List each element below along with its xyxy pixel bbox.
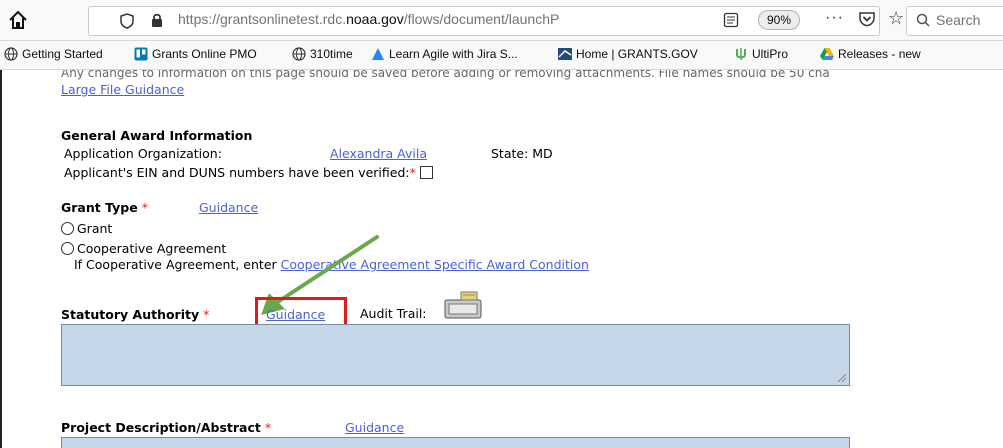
bookmark-star-icon[interactable]: ☆ <box>888 8 904 29</box>
ein-label: Applicant's EIN and DUNS numbers have be… <box>64 165 410 180</box>
required-mark: * <box>141 200 148 215</box>
grant-radio-row[interactable]: Grant <box>61 221 112 236</box>
url-text[interactable]: https://grantsonlinetest.rdc.noaa.gov/fl… <box>178 11 738 27</box>
bookmark-label: Getting Started <box>22 47 103 61</box>
bookmark-releases[interactable]: Releases - new <box>820 47 921 61</box>
lock-icon[interactable] <box>150 12 164 28</box>
award-form-page: Any changes to information on this page … <box>0 70 1003 448</box>
shield-icon[interactable] <box>120 13 134 29</box>
bookmark-learn-agile-jira[interactable]: Learn Agile with Jira S... <box>371 47 518 61</box>
required-mark: * <box>203 307 210 322</box>
statutory-authority-row: Statutory Authority * <box>61 307 209 322</box>
project-description-row: Project Description/Abstract * <box>61 420 271 435</box>
grant-option-label: Grant <box>77 221 113 236</box>
browser-toolbar: https://grantsonlinetest.rdc.noaa.gov/fl… <box>0 0 1003 41</box>
general-award-heading: General Award Information <box>61 128 253 143</box>
audit-trail-label: Audit Trail: <box>360 306 427 321</box>
resize-handle-icon[interactable] <box>838 374 846 382</box>
ein-verified-checkbox[interactable] <box>419 166 433 179</box>
bookmark-label: Home | GRANTS.GOV <box>576 47 698 61</box>
search-icon <box>916 13 930 27</box>
state-label: State: MD <box>491 146 553 161</box>
page-actions-menu-button[interactable]: ··· <box>825 9 844 27</box>
audit-trail-icon[interactable] <box>443 290 483 320</box>
app-org-value-link[interactable]: Alexandra Avila <box>330 146 427 161</box>
bookmark-310time[interactable]: 310time <box>292 47 353 61</box>
globe-icon <box>4 47 18 61</box>
required-mark: * <box>409 165 416 180</box>
globe-icon <box>292 47 306 61</box>
bookmark-label: UltiPro <box>752 47 789 61</box>
statutory-authority-label: Statutory Authority <box>61 307 200 322</box>
bookmark-label: 310time <box>310 47 353 61</box>
large-file-guidance-link[interactable]: Large File Guidance <box>61 82 184 97</box>
bookmark-label: Learn Agile with Jira S... <box>389 47 518 61</box>
ein-duns-row: Applicant's EIN and DUNS numbers have be… <box>64 165 433 180</box>
bookmark-label: Grants Online PMO <box>152 47 257 61</box>
search-placeholder: Search <box>936 12 981 28</box>
project-description-textarea[interactable] <box>61 437 850 448</box>
required-mark: * <box>264 420 272 435</box>
bookmark-label: Releases - new <box>838 47 921 61</box>
home-icon[interactable] <box>6 9 30 31</box>
grants-icon <box>558 48 572 60</box>
bookmark-ultipro[interactable]: UltiPro <box>734 47 788 61</box>
cooperative-agreement-radio[interactable] <box>61 242 74 255</box>
statutory-authority-textarea[interactable] <box>61 324 850 386</box>
bookmark-getting-started[interactable]: Getting Started <box>4 47 103 61</box>
trello-icon <box>134 47 148 61</box>
coop-option-label: Cooperative Agreement <box>77 241 227 256</box>
grant-type-guidance-link[interactable]: Guidance <box>199 200 258 215</box>
coop-radio-row[interactable]: Cooperative Agreement <box>61 241 226 256</box>
pocket-icon[interactable] <box>858 11 876 27</box>
coop-note: If Cooperative Agreement, enter <box>74 257 277 272</box>
project-description-label: Project Description/Abstract <box>61 420 261 435</box>
project-guidance-link[interactable]: Guidance <box>345 420 404 435</box>
bookmark-grants-online-pmo[interactable]: Grants Online PMO <box>134 47 257 61</box>
grant-type-row: Grant Type * <box>61 200 148 215</box>
app-org-label: Application Organization: <box>64 146 222 161</box>
grant-radio[interactable] <box>61 222 74 235</box>
grant-type-label: Grant Type <box>61 200 138 215</box>
attachment-note: Any changes to information on this page … <box>61 70 830 80</box>
reader-view-icon[interactable] <box>723 12 739 28</box>
zoom-level-button[interactable]: 90% <box>758 10 801 30</box>
bookmark-grants-gov[interactable]: Home | GRANTS.GOV <box>558 47 698 61</box>
bookmarks-toolbar: Getting Started Grants Online PMO 310tim… <box>0 41 1003 70</box>
ultipro-icon <box>736 48 746 60</box>
drive-icon <box>820 48 834 60</box>
jira-icon <box>372 48 384 60</box>
